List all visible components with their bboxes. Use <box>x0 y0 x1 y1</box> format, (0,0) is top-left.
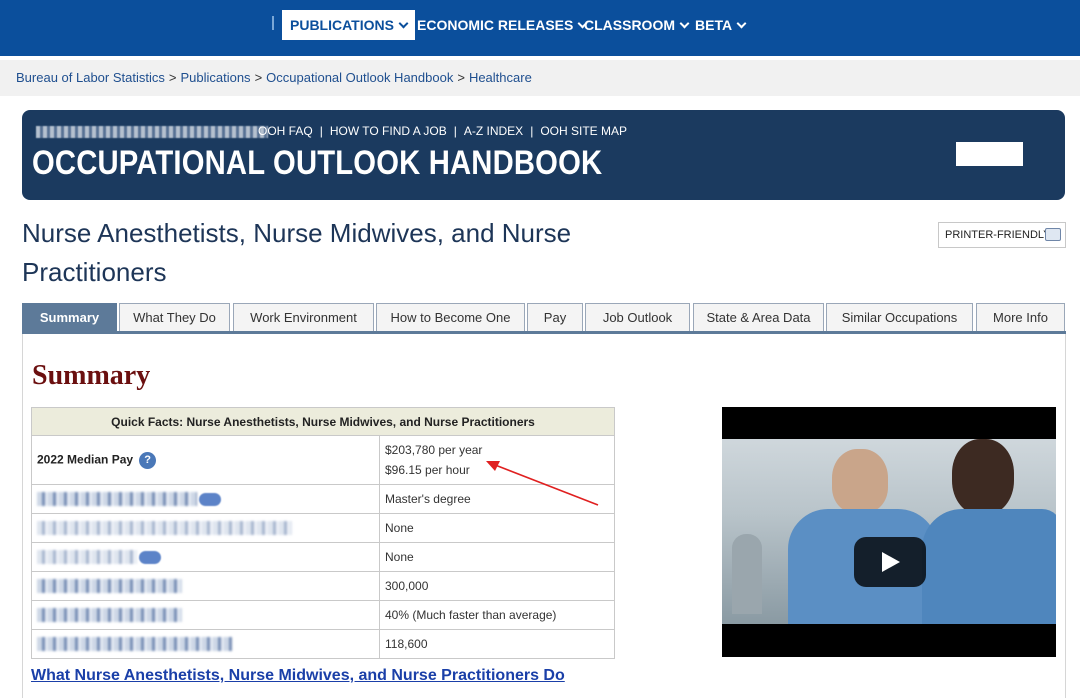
redacted-label <box>31 484 380 514</box>
link-az-index[interactable]: A-Z INDEX <box>464 124 523 138</box>
breadcrumb-separator: > <box>254 70 263 85</box>
tab-pay[interactable]: Pay <box>527 303 583 331</box>
breadcrumb-ooh[interactable]: Occupational Outlook Handbook <box>266 70 453 85</box>
printer-friendly-label: PRINTER-FRIENDLY <box>945 229 1051 241</box>
tab-how-to-become-one[interactable]: How to Become One <box>376 303 525 331</box>
chevron-down-icon <box>398 18 409 29</box>
chevron-down-icon <box>679 18 690 29</box>
arrow-line <box>489 462 599 506</box>
median-pay-label: 2022 Median Pay <box>37 452 134 467</box>
table-header-row: Quick Facts: Nurse Anesthetists, Nurse M… <box>31 407 615 436</box>
breadcrumb-healthcare[interactable]: Healthcare <box>469 70 532 85</box>
annotation-arrow <box>486 461 599 506</box>
breadcrumb-separator: > <box>168 70 177 85</box>
redacted-label <box>31 629 380 659</box>
tab-more-info[interactable]: More Info <box>976 303 1065 331</box>
table-row: 300,000 <box>31 571 615 601</box>
video-thumbnail <box>722 439 1056 624</box>
link-divider: | <box>530 124 534 138</box>
nav-beta[interactable]: BETA <box>695 10 747 40</box>
quick-facts-title: Quick Facts: Nurse Anesthetists, Nurse M… <box>31 407 615 436</box>
what-they-do-link[interactable]: What Nurse Anesthetists, Nurse Midwives,… <box>31 667 565 685</box>
redacted-text <box>37 492 197 507</box>
table-row: 40% (Much faster than average) <box>31 600 615 630</box>
breadcrumb-bls[interactable]: Bureau of Labor Statistics <box>16 70 165 85</box>
nav-label: ECONOMIC RELEASES <box>417 17 574 33</box>
breadcrumb-publications[interactable]: Publications <box>180 70 250 85</box>
search-box[interactable] <box>956 142 1023 166</box>
redacted-label <box>31 600 380 630</box>
nav-label: PUBLICATIONS <box>290 17 394 33</box>
play-icon <box>882 552 900 572</box>
ooh-banner: OOH FAQ | HOW TO FIND A JOB | A-Z INDEX | OOH … <box>22 110 1065 200</box>
redacted-text <box>37 579 182 594</box>
row-value: None <box>379 513 615 543</box>
link-divider: | <box>453 124 457 138</box>
doctor-head <box>832 449 888 513</box>
banner-links: OOH FAQ | HOW TO FIND A JOB | A-Z INDEX | OOH … <box>258 124 627 138</box>
top-nav: PUBLICATIONS ECONOMIC RELEASES CLASSROOM… <box>0 0 1080 56</box>
summary-heading: Summary <box>32 360 151 391</box>
help-icon[interactable] <box>139 550 161 564</box>
tab-similar-occupations[interactable]: Similar Occupations <box>826 303 973 331</box>
banner-title: OCCUPATIONAL OUTLOOK HANDBOOK <box>32 144 603 182</box>
redacted-text <box>37 521 292 536</box>
tab-what-they-do[interactable]: What They Do <box>119 303 230 331</box>
page-title: Nurse Anesthetists, Nurse Midwives, and … <box>22 218 572 287</box>
redacted-text <box>37 608 182 623</box>
redacted-text <box>37 550 137 565</box>
tab-job-outlook[interactable]: Job Outlook <box>585 303 690 331</box>
row-value: 40% (Much faster than average) <box>379 600 615 630</box>
redacted-label <box>31 513 380 543</box>
video-player[interactable] <box>722 407 1056 657</box>
breadcrumb-separator: > <box>457 70 465 85</box>
nurse-body <box>922 509 1056 624</box>
chevron-down-icon <box>736 18 747 29</box>
printer-friendly-button[interactable]: PRINTER-FRIENDLY <box>938 222 1066 248</box>
redacted-label <box>31 542 380 572</box>
help-icon[interactable] <box>199 492 221 506</box>
tab-work-environment[interactable]: Work Environment <box>233 303 374 331</box>
printer-icon <box>1045 228 1061 241</box>
nav-divider <box>272 16 274 30</box>
redacted-label <box>31 571 380 601</box>
link-ooh-faq[interactable]: OOH FAQ <box>258 124 313 138</box>
nav-label: CLASSROOM <box>584 17 675 33</box>
play-button[interactable] <box>854 537 926 587</box>
nav-publications[interactable]: PUBLICATIONS <box>282 10 415 40</box>
row-label: 2022 Median Pay? <box>31 435 380 485</box>
tab-summary[interactable]: Summary <box>22 303 117 331</box>
table-row: None <box>31 542 615 572</box>
nav-classroom[interactable]: CLASSROOM <box>584 10 690 40</box>
nav-economic-releases[interactable]: ECONOMIC RELEASES <box>417 10 588 40</box>
table-row: None <box>31 513 615 543</box>
quick-facts-table: Quick Facts: Nurse Anesthetists, Nurse M… <box>31 407 615 659</box>
tab-bar: Summary What They Do Work Environment Ho… <box>22 303 1066 334</box>
nav-label: BETA <box>695 17 733 33</box>
help-icon[interactable]: ? <box>139 451 157 469</box>
breadcrumb: Bureau of Labor Statistics > Publications >… <box>16 70 532 85</box>
redacted-banner-link <box>36 126 268 138</box>
tab-state-area-data[interactable]: State & Area Data <box>693 303 824 331</box>
nurse-head <box>952 439 1014 515</box>
redacted-text <box>37 637 232 652</box>
link-how-to-find-job[interactable]: HOW TO FIND A JOB <box>330 124 447 138</box>
breadcrumb-bar: Bureau of Labor Statistics > Publications >… <box>0 60 1080 96</box>
row-value: None <box>379 542 615 572</box>
row-value: 300,000 <box>379 571 615 601</box>
background-person <box>732 534 762 614</box>
link-site-map[interactable]: OOH SITE MAP <box>540 124 627 138</box>
link-divider: | <box>319 124 323 138</box>
table-row: 118,600 <box>31 629 615 659</box>
row-value: 118,600 <box>379 629 615 659</box>
